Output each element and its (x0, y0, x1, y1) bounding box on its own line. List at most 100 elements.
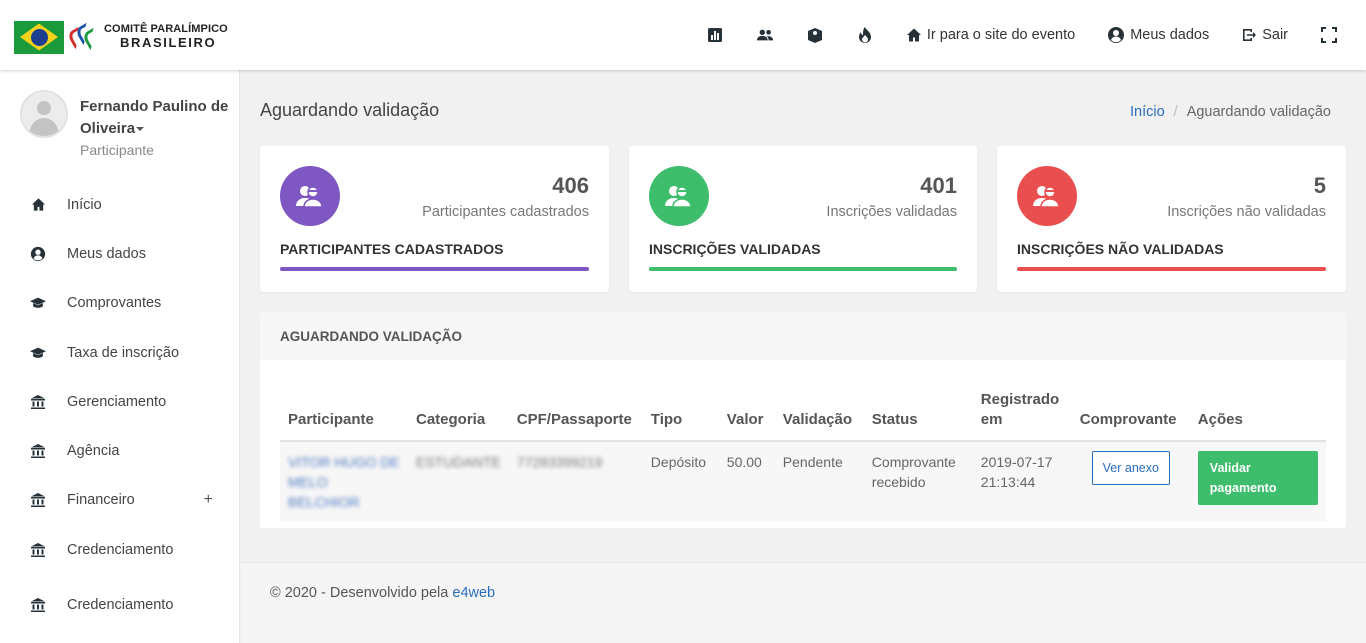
table-header-row: Participante Categoria CPF/Passaporte Ti… (280, 390, 1326, 442)
fullscreen-icon[interactable] (1320, 26, 1338, 44)
sidebar-item-taxa-inscricao[interactable]: Taxa de inscrição (0, 328, 239, 377)
chart-icon[interactable] (706, 26, 724, 44)
sidebar-item-inicio[interactable]: Início (0, 180, 239, 229)
graduation-cap-icon (30, 295, 46, 311)
agitos-icon (66, 22, 103, 51)
sidebar-item-label: Comprovantes (67, 295, 162, 312)
type-cell: Depósito (642, 441, 719, 521)
sidebar: Fernando Paulino de Oliveira Participant… (0, 70, 240, 643)
col-tipo[interactable]: Tipo (642, 390, 719, 442)
bank-icon (30, 443, 46, 459)
card-title: PARTICIPANTES CADASTRADOS (280, 241, 504, 257)
footer: © 2020 - Desenvolvido pela e4web (241, 562, 1366, 643)
sidebar-item-label: Financeiro (67, 492, 135, 509)
expand-plus-icon[interactable]: + (204, 491, 213, 509)
col-cpf[interactable]: CPF/Passaporte (508, 390, 643, 442)
sidebar-item-financeiro[interactable]: Financeiro + (0, 476, 239, 525)
sidebar-menu: Início Meus dados Comprovantes Taxa de i… (0, 180, 239, 630)
logo[interactable]: COMITÊ PARALÍMPICO BRASILEIRO (14, 20, 228, 54)
participant-link[interactable]: VITOR HUGO DE MELO BELCHIOR (288, 454, 400, 510)
card-progress-bar (1017, 267, 1326, 271)
profile-name-toggle[interactable]: Fernando Paulino de Oliveira (80, 96, 230, 140)
col-acoes[interactable]: Ações (1189, 390, 1326, 442)
col-valor[interactable]: Valor (718, 390, 775, 442)
logout-label: Sair (1262, 27, 1288, 43)
breadcrumb-separator: / (1173, 104, 1178, 120)
card-participants: 406 Participantes cadastrados PARTICIPAN… (260, 146, 609, 292)
home-icon (906, 28, 921, 42)
status-cell: Comprovante recebido (863, 441, 973, 521)
sidebar-item-meus-dados[interactable]: Meus dados (0, 229, 239, 278)
my-data-label: Meus dados (1130, 27, 1210, 43)
top-nav: Ir para o site do evento Meus dados Sair (706, 0, 1338, 70)
card-number: 406 (552, 173, 589, 198)
users-icon (649, 166, 709, 226)
col-participante[interactable]: Participante (280, 390, 408, 442)
pending-table: Participante Categoria CPF/Passaporte Ti… (280, 390, 1326, 521)
validation-cell: Pendente (774, 441, 864, 521)
bank-icon (30, 492, 46, 508)
caret-down-icon (136, 127, 145, 132)
page-title: Aguardando validação (260, 100, 440, 120)
breadcrumb-home-link[interactable]: Início (1130, 104, 1165, 120)
sidebar-item-comprovantes[interactable]: Comprovantes (0, 279, 239, 328)
card-progress-bar (280, 267, 589, 271)
user-circle-icon (30, 246, 46, 262)
profile-name: Fernando Paulino de Oliveira (80, 98, 229, 137)
col-comprovante[interactable]: Comprovante (1071, 390, 1190, 442)
col-categoria[interactable]: Categoria (408, 390, 509, 442)
registered-cell: 2019-07-17 21:13:44 (972, 441, 1072, 521)
footer-copyright: © 2020 - Desenvolvido pela (270, 585, 453, 601)
footer-text: © 2020 - Desenvolvido pela e4web (270, 585, 495, 601)
logo-text: COMITÊ PARALÍMPICO BRASILEIRO (104, 24, 228, 49)
sidebar-item-gerenciamento[interactable]: Gerenciamento (0, 377, 239, 426)
users-icon (1017, 166, 1077, 226)
sidebar-item-label: Início (67, 196, 102, 213)
event-site-label: Ir para o site do evento (926, 27, 1076, 43)
panel-header: AGUARDANDO VALIDAÇÃO (260, 312, 1346, 360)
category-cell: ESTUDANTE (416, 454, 501, 470)
card-number: 401 (920, 173, 957, 198)
sidebar-item-label: Credenciamento (67, 597, 174, 614)
user-circle-icon (1108, 27, 1125, 43)
book-icon[interactable] (806, 26, 824, 44)
users-icon (280, 166, 340, 226)
sidebar-item-label: Agência (67, 443, 120, 460)
card-validated: 401 Inscrições validadas INSCRIÇÕES VALI… (629, 146, 977, 292)
fire-icon[interactable] (856, 26, 874, 44)
pending-validation-panel: AGUARDANDO VALIDAÇÃO Participante Catego… (260, 312, 1346, 528)
table-row: VITOR HUGO DE MELO BELCHIOR ESTUDANTE 77… (280, 441, 1326, 521)
footer-link[interactable]: e4web (452, 585, 495, 601)
col-status[interactable]: Status (863, 390, 973, 442)
sidebar-item-agencia[interactable]: Agência (0, 426, 239, 475)
logout-link[interactable]: Sair (1241, 27, 1288, 43)
profile-role: Participante (80, 142, 154, 158)
card-progress-bar (649, 267, 957, 271)
breadcrumb: Início / Aguardando validação (1130, 104, 1331, 120)
event-site-link[interactable]: Ir para o site do evento (906, 27, 1075, 43)
my-data-link[interactable]: Meus dados (1107, 26, 1209, 44)
logo-line-2: BRASILEIRO (120, 34, 217, 50)
view-attachment-button[interactable]: Ver anexo (1091, 451, 1170, 485)
card-subtitle: Inscrições não validadas (1167, 204, 1326, 220)
logout-icon (1243, 29, 1257, 41)
sidebar-item-label: Taxa de inscrição (67, 344, 180, 361)
sidebar-item-credenciamento-2[interactable]: Credenciamento (0, 580, 239, 629)
top-bar: COMITÊ PARALÍMPICO BRASILEIRO Ir para o … (0, 0, 1366, 70)
breadcrumb-current: Aguardando validação (1186, 104, 1331, 120)
brazil-flag-icon (14, 20, 64, 54)
card-number: 5 (1313, 173, 1326, 198)
validate-payment-button[interactable]: Validar pagamento (1197, 451, 1318, 505)
card-subtitle: Inscrições validadas (826, 204, 957, 220)
home-icon (30, 197, 46, 213)
col-registrado[interactable]: Registrado em (972, 390, 1072, 442)
sidebar-item-credenciamento[interactable]: Credenciamento (0, 525, 239, 574)
card-subtitle: Participantes cadastrados (422, 204, 589, 220)
card-title: INSCRIÇÕES VALIDADAS (649, 241, 821, 257)
bank-icon (30, 394, 46, 410)
card-title: INSCRIÇÕES NÃO VALIDADAS (1017, 241, 1224, 257)
document-cell: 77283399219 (516, 454, 603, 470)
users-icon[interactable] (756, 26, 774, 44)
sidebar-item-label: Meus dados (67, 245, 146, 262)
col-validacao[interactable]: Validação (774, 390, 864, 442)
